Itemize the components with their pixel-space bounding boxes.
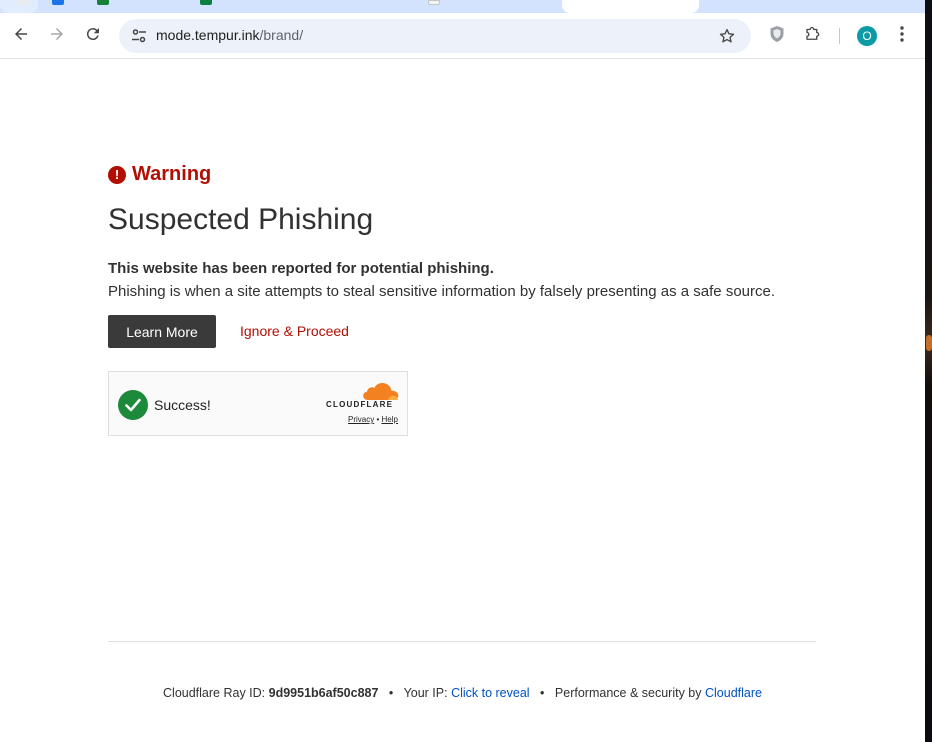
desktop-light [926, 335, 932, 351]
footer: Cloudflare Ray ID: 9d9951b6af50c887 • Yo… [0, 686, 925, 700]
ignore-proceed-link[interactable]: Ignore & Proceed [240, 323, 349, 339]
success-check-icon [118, 390, 148, 420]
arrow-left-icon [15, 28, 27, 40]
link-separator: • [376, 415, 380, 424]
browser-menu-button[interactable] [886, 18, 918, 50]
reveal-ip-link[interactable]: Click to reveal [451, 686, 530, 700]
browser-toolbar: mode.tempur.ink/brand/ O [0, 13, 925, 59]
privacy-link[interactable]: Privacy [348, 415, 374, 424]
tune-icon [132, 29, 146, 43]
toolbar-separator [839, 28, 840, 44]
description-text: Phishing is when a site attempts to stea… [108, 283, 776, 300]
reload-button[interactable] [77, 18, 109, 50]
site-info-button[interactable] [125, 22, 153, 50]
tab-active[interactable] [562, 0, 699, 13]
learn-more-button[interactable]: Learn More [108, 315, 216, 348]
page-title: Suspected Phishing [108, 203, 374, 236]
shield-extension-button[interactable] [761, 18, 793, 50]
back-button[interactable] [5, 18, 37, 50]
page-content: ! Warning Suspected Phishing This websit… [0, 60, 925, 742]
profile-avatar[interactable]: O [857, 26, 877, 46]
star-icon [719, 28, 735, 43]
cloudflare-link[interactable]: Cloudflare [705, 686, 762, 700]
forward-button[interactable] [41, 18, 73, 50]
ray-id-value: 9d9951b6af50c887 [268, 686, 379, 700]
tab-favicon-icon [52, 0, 64, 5]
tab-favicon-icon [428, 0, 440, 5]
lead-text: This website has been reported for poten… [108, 260, 494, 277]
bookmark-button[interactable] [713, 22, 741, 50]
exclamation-icon: ! [108, 165, 126, 184]
url-path: /brand/ [259, 27, 304, 43]
puzzle-icon [806, 26, 820, 40]
shield-extension-icon [770, 26, 784, 42]
cloudflare-logo-icon [363, 383, 399, 400]
cloudflare-wordmark: CLOUDFLARE [326, 400, 394, 409]
ip-label: Your IP: [403, 686, 448, 700]
performance-label: Performance & security by [554, 686, 702, 700]
arrow-right-icon [51, 28, 63, 40]
footer-divider [108, 641, 816, 642]
reload-icon [86, 28, 99, 41]
turnstile-status: Success! [154, 397, 211, 413]
kebab-menu-icon [900, 26, 904, 42]
warning-heading: ! Warning [108, 163, 211, 186]
url-host: mode.tempur.ink [156, 27, 260, 43]
warning-label: Warning [132, 163, 212, 185]
tab-favicon-icon [97, 0, 109, 5]
url-text: mode.tempur.ink/brand/ [156, 27, 303, 43]
footer-separator: • [388, 686, 394, 700]
tab-strip [0, 0, 925, 13]
footer-separator: • [540, 686, 545, 700]
screen: mode.tempur.ink/brand/ O ! Warning Suspe… [0, 0, 932, 742]
help-link[interactable]: Help [382, 415, 398, 424]
ray-id-label: Cloudflare Ray ID: [163, 686, 266, 700]
turnstile-links: Privacy • Help [348, 415, 398, 424]
address-bar[interactable]: mode.tempur.ink/brand/ [119, 19, 751, 53]
turnstile-widget: Success! CLOUDFLARE Privacy • Help [108, 371, 408, 436]
tab-favicon-icon [18, 0, 30, 5]
desktop-background [925, 0, 932, 742]
extensions-button[interactable] [797, 18, 829, 50]
tab-favicon-icon [200, 0, 212, 5]
